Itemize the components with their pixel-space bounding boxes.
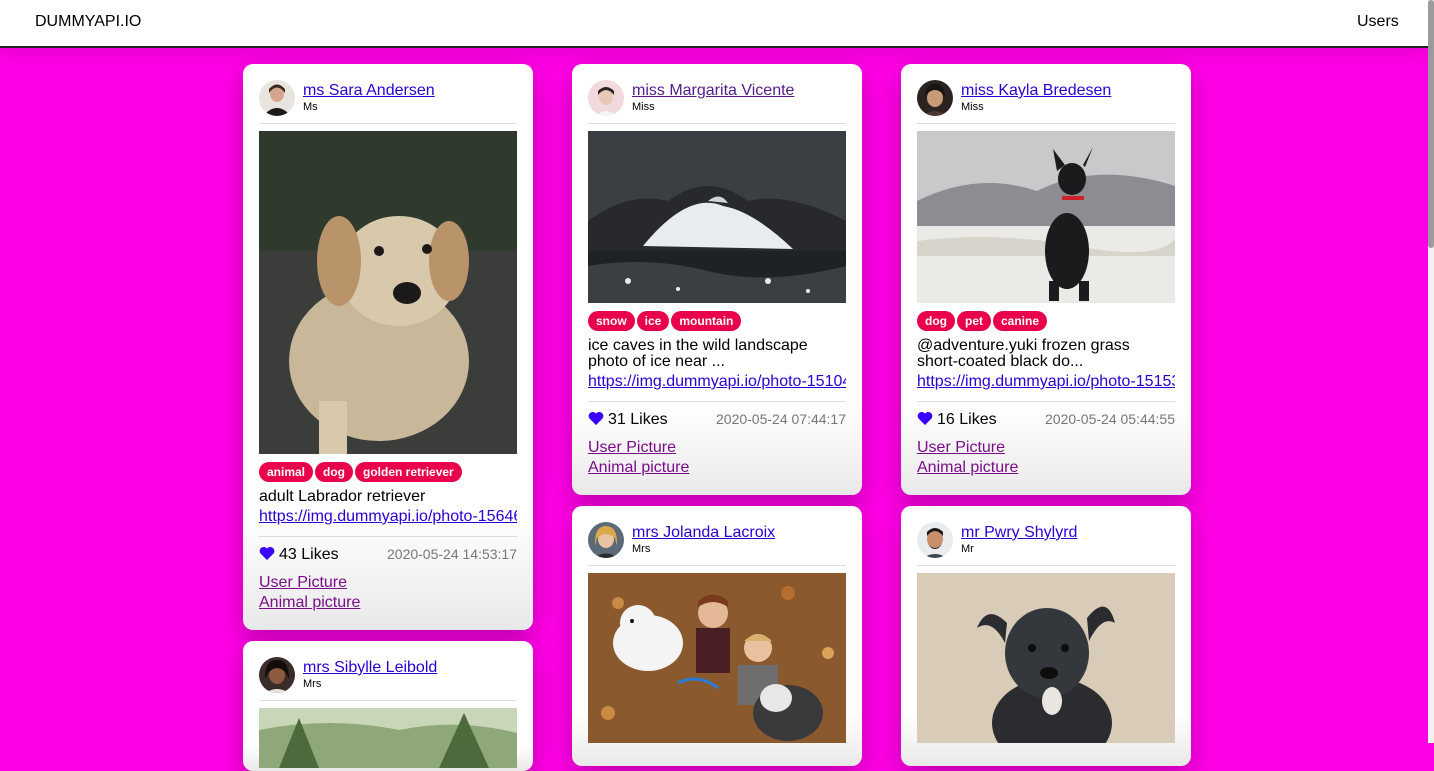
card-header: ms Sara Andersen Ms xyxy=(259,78,517,124)
heart-icon[interactable] xyxy=(259,546,275,561)
tag-list: dog pet canine xyxy=(917,311,1049,333)
tag[interactable]: pet xyxy=(957,311,991,331)
likes-label: 43 Likes xyxy=(279,546,339,563)
avatar xyxy=(588,80,624,116)
tag[interactable]: golden retriever xyxy=(355,462,462,482)
post-card: ms Sara Andersen Ms animal dog golden retr… xyxy=(243,64,533,630)
post-text: @adventure.yuki frozen grass short-coate… xyxy=(917,337,1130,370)
owner-title: Mrs xyxy=(303,678,322,690)
card-header: mr Pwry Shylyrd Mr xyxy=(917,520,1175,566)
post-image[interactable] xyxy=(588,573,846,743)
post-card: mr Pwry Shylyrd Mr xyxy=(901,506,1191,766)
user-picture-link[interactable]: User Picture xyxy=(588,439,676,457)
scrollbar[interactable] xyxy=(1428,0,1434,743)
owner-name-link[interactable]: miss Margarita Vicente xyxy=(632,82,794,100)
tag-list: animal dog golden retriever xyxy=(259,462,464,484)
heart-icon[interactable] xyxy=(588,411,604,426)
owner-title: Miss xyxy=(632,101,655,113)
post-image[interactable] xyxy=(917,131,1175,303)
owner-title: Mr xyxy=(961,543,974,555)
scrollbar-thumb[interactable] xyxy=(1428,0,1434,248)
avatar xyxy=(917,522,953,558)
owner-name-link[interactable]: mrs Sibylle Leibold xyxy=(303,659,437,677)
tag[interactable]: dog xyxy=(315,462,354,482)
tag[interactable]: canine xyxy=(993,311,1048,331)
user-picture-link[interactable]: User Picture xyxy=(917,439,1005,457)
animal-picture-link[interactable]: Animal picture xyxy=(588,459,689,477)
owner-name-link[interactable]: mrs Jolanda Lacroix xyxy=(632,524,775,542)
tag[interactable]: dog xyxy=(917,311,955,331)
animal-picture-link[interactable]: Animal picture xyxy=(917,459,1018,477)
avatar xyxy=(259,657,295,693)
brand-logo[interactable]: DUMMYAPI.IO xyxy=(35,13,141,31)
owner-name-link[interactable]: mr Pwry Shylyrd xyxy=(961,524,1077,542)
owner-title: Mrs xyxy=(632,543,651,555)
post-image[interactable] xyxy=(588,131,846,303)
animal-picture-link[interactable]: Animal picture xyxy=(259,594,360,612)
tag[interactable]: snow xyxy=(588,311,635,331)
nav-users-link[interactable]: Users xyxy=(1357,13,1399,31)
likes-count[interactable]: 31 Likes xyxy=(588,411,668,429)
post-card: mrs Sibylle Leibold Mrs xyxy=(243,641,533,771)
card-header: mrs Sibylle Leibold Mrs xyxy=(259,655,517,701)
card-header: miss Margarita Vicente Miss xyxy=(588,78,846,124)
likes-label: 31 Likes xyxy=(608,411,668,428)
owner-name-link[interactable]: ms Sara Andersen xyxy=(303,82,435,100)
tag[interactable]: animal xyxy=(259,462,314,482)
avatar xyxy=(917,80,953,116)
post-date: 2020-05-24 05:44:55 xyxy=(1045,411,1175,427)
tag[interactable]: ice xyxy=(636,311,670,331)
tag[interactable]: mountain xyxy=(671,311,742,331)
owner-name-link[interactable]: miss Kayla Bredesen xyxy=(961,82,1111,100)
avatar xyxy=(588,522,624,558)
divider xyxy=(259,536,517,537)
card-header: miss Kayla Bredesen Miss xyxy=(917,78,1175,124)
avatar xyxy=(259,80,295,116)
post-date: 2020-05-24 07:44:17 xyxy=(716,411,846,427)
post-image-link[interactable]: https://img.dummyapi.io/photo-1515376721… xyxy=(917,373,1175,391)
owner-title: Ms xyxy=(303,101,318,113)
post-card: mrs Jolanda Lacroix Mrs xyxy=(572,506,862,766)
owner-title: Miss xyxy=(961,101,984,113)
user-picture-link[interactable]: User Picture xyxy=(259,574,347,592)
post-date: 2020-05-24 14:53:17 xyxy=(387,546,517,562)
post-image[interactable] xyxy=(259,131,517,454)
post-card: miss Kayla Bredesen Miss dog pet canine @a… xyxy=(901,64,1191,495)
navbar: DUMMYAPI.IO Users xyxy=(0,0,1428,48)
post-text: adult Labrador retriever xyxy=(259,488,426,505)
likes-count[interactable]: 16 Likes xyxy=(917,411,997,429)
divider xyxy=(917,401,1175,402)
likes-count[interactable]: 43 Likes xyxy=(259,546,339,564)
post-image[interactable] xyxy=(259,708,517,768)
divider xyxy=(588,401,846,402)
card-header: mrs Jolanda Lacroix Mrs xyxy=(588,520,846,566)
post-text: ice caves in the wild landscape photo of… xyxy=(588,337,808,370)
post-card: miss Margarita Vicente Miss snow ice mount… xyxy=(572,64,862,495)
post-image[interactable] xyxy=(917,573,1175,743)
tag-list: snow ice mountain xyxy=(588,311,743,333)
heart-icon[interactable] xyxy=(917,411,933,426)
post-image-link[interactable]: https://img.dummyapi.io/photo-1564694202… xyxy=(259,508,517,526)
likes-label: 16 Likes xyxy=(937,411,997,428)
post-image-link[interactable]: https://img.dummyapi.io/photo-1510414696… xyxy=(588,373,846,391)
